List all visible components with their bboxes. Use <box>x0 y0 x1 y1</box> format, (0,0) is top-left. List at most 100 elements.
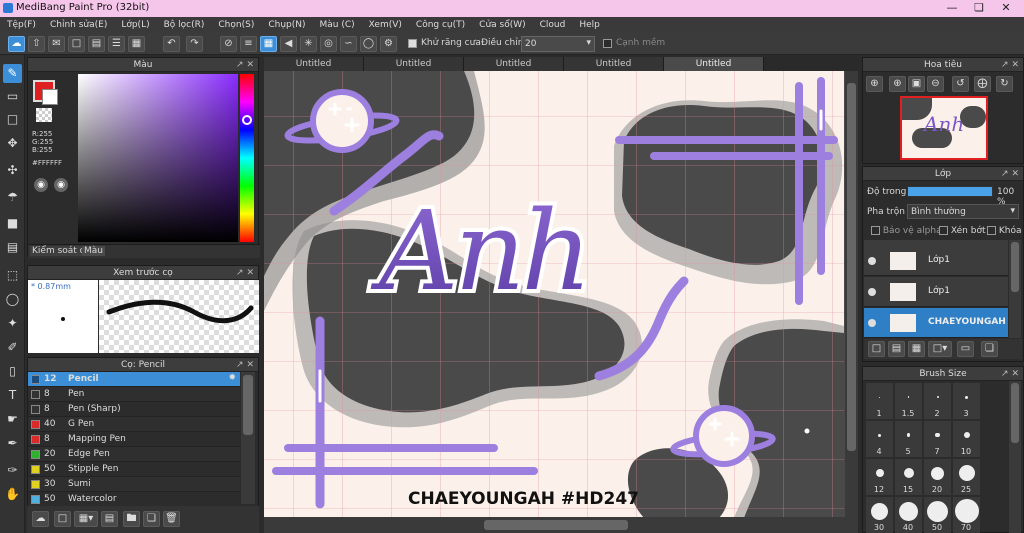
fit-screen-icon[interactable]: ▣ <box>908 76 925 92</box>
brush-list-item[interactable]: 40 G Pen <box>28 417 240 432</box>
menu-filter[interactable]: Bộ lọc(R) <box>157 17 212 33</box>
menu-cloud[interactable]: Cloud <box>533 17 573 33</box>
new-halftone-layer-icon[interactable]: ▤ <box>888 341 905 357</box>
eraser-tool-icon[interactable]: ▭ <box>3 87 22 106</box>
new-8bit-layer-icon[interactable]: ▦ <box>908 341 925 357</box>
folder-icon[interactable]: 🖿 <box>123 511 140 527</box>
adjust-dropdown[interactable]: 20 ▾ <box>521 36 595 52</box>
tab-untitled-4[interactable]: Untitled <box>564 57 664 71</box>
panel-close-icon[interactable]: ↗ ✕ <box>1001 367 1019 381</box>
canvas-vertical-scrollbar[interactable] <box>845 71 858 518</box>
navigator-thumbnail[interactable]: Anh <box>900 96 988 160</box>
brush-size-cell[interactable]: 1 <box>866 383 893 419</box>
blend-mode-dropdown[interactable]: Bình thường ▾ <box>907 204 1019 219</box>
page-icon[interactable]: □ <box>68 36 85 52</box>
rotate-left-icon[interactable]: ↺ <box>952 76 969 92</box>
brush-list-item[interactable]: 8 Pen <box>28 387 240 402</box>
close-button[interactable]: ✕ <box>993 0 1019 16</box>
fill-tool-icon[interactable]: ☂ <box>3 188 22 207</box>
minimize-button[interactable]: — <box>939 0 965 16</box>
reset-view-icon[interactable]: ⨁ <box>974 76 991 92</box>
brush-size-cell[interactable]: 3 <box>953 383 980 419</box>
cloud-icon[interactable]: ☁ <box>8 36 25 52</box>
gear-icon[interactable]: ✹ <box>228 373 236 383</box>
scroll-thumb[interactable] <box>847 83 856 451</box>
hue-slider[interactable] <box>240 74 254 242</box>
eye-icon[interactable] <box>868 257 876 265</box>
hand-tool-icon[interactable]: ✋ <box>3 485 22 504</box>
brush-size-cell[interactable]: 30 <box>866 497 893 533</box>
secondary-color-swatch[interactable] <box>42 89 58 105</box>
brush-size-cell[interactable]: 5 <box>895 421 922 457</box>
curve-snap-icon[interactable]: ∽ <box>340 36 357 52</box>
layer-row[interactable]: Lớp1 <box>864 277 1008 307</box>
zoom-in-icon[interactable]: ⊕ <box>889 76 906 92</box>
magic-wand-icon[interactable]: ✦ <box>3 314 22 333</box>
circle-snap-icon[interactable]: ◯ <box>360 36 377 52</box>
scroll-thumb[interactable] <box>1011 242 1019 292</box>
scroll-thumb[interactable] <box>243 375 253 435</box>
duplicate-icon[interactable]: ❏ <box>143 511 160 527</box>
brush-size-cell[interactable]: 2 <box>924 383 951 419</box>
redo-icon[interactable]: ↷ <box>186 36 203 52</box>
move-tool-icon[interactable]: ✣ <box>3 161 22 180</box>
menu-window[interactable]: Cửa sổ(W) <box>472 17 532 33</box>
panel-close-icon[interactable]: ↗ ✕ <box>236 58 254 72</box>
gradient-tool-icon[interactable]: ▤ <box>3 238 22 257</box>
tab-untitled-2[interactable]: Untitled <box>364 57 464 71</box>
brush-size-cell[interactable]: 15 <box>895 459 922 495</box>
settings-icon[interactable]: ⚙ <box>380 36 397 52</box>
brush-size-cell[interactable]: 25 <box>953 459 980 495</box>
brush-list-scrollbar[interactable] <box>241 372 255 504</box>
folder-icon[interactable]: ▭ <box>957 341 974 357</box>
brush-size-cell[interactable]: 1.5 <box>895 383 922 419</box>
brush-list-item[interactable]: 30 Sumi <box>28 477 240 492</box>
document-icon[interactable]: ▤ <box>88 36 105 52</box>
palette-icon[interactable]: ◉ <box>34 178 48 192</box>
new-brush-icon[interactable]: □ <box>54 511 71 527</box>
menu-layer[interactable]: Lớp(L) <box>114 17 156 33</box>
canvas-horizontal-scrollbar[interactable] <box>264 517 858 533</box>
brush-list-item[interactable]: 8 Mapping Pen <box>28 432 240 447</box>
antialias-checkbox[interactable] <box>408 39 417 49</box>
select-eraser-icon[interactable]: ▯ <box>3 362 22 381</box>
text-tool-icon[interactable]: T <box>3 386 22 405</box>
brush-settings-icon[interactable]: ▤ <box>101 511 118 527</box>
menu-file[interactable]: Tệp(F) <box>0 17 43 33</box>
menu-tools[interactable]: Công cụ(T) <box>409 17 472 33</box>
layer-menu-icon[interactable]: □▾ <box>928 341 952 357</box>
menu-color[interactable]: Màu (C) <box>313 17 362 33</box>
brush-tool-icon[interactable]: ✎ <box>3 64 22 83</box>
scroll-thumb[interactable] <box>1011 383 1019 443</box>
brush-size-cell[interactable]: 50 <box>924 497 951 533</box>
tab-color[interactable]: Màu <box>82 246 105 256</box>
brush-list-item[interactable]: 8 Pen (Sharp) <box>28 402 240 417</box>
brush-size-cell[interactable]: 70 <box>953 497 980 533</box>
menu-view[interactable]: Xem(V) <box>362 17 409 33</box>
shape-tool-icon[interactable]: ■ <box>3 214 22 233</box>
menu-help[interactable]: Help <box>572 17 607 33</box>
comment-icon[interactable]: ✉ <box>48 36 65 52</box>
protect-alpha-option[interactable]: Bảo vệ alpha <box>871 226 942 236</box>
transparent-swatch[interactable] <box>36 108 52 122</box>
lock-option[interactable]: Khóa <box>987 226 1022 236</box>
menu-snap[interactable]: Chụp(N) <box>261 17 312 33</box>
palette-add-icon[interactable]: ◉ <box>54 178 68 192</box>
artwork-canvas[interactable]: Anh CHAEYOUNGAH #HD247 <box>264 71 844 518</box>
grid-icon[interactable]: ▦ <box>128 36 145 52</box>
brush-size-cell[interactable]: 20 <box>924 459 951 495</box>
pen-tool-icon[interactable]: ✑ <box>3 461 22 480</box>
trash-icon[interactable]: 🗑 <box>163 511 180 527</box>
list-icon[interactable]: ☰ <box>108 36 125 52</box>
concentric-snap-icon[interactable]: ◎ <box>320 36 337 52</box>
no-snap-icon[interactable]: ⊘ <box>220 36 237 52</box>
brush-size-cell[interactable]: 10 <box>953 421 980 457</box>
layer-row[interactable]: Lớp1 <box>864 246 1008 276</box>
eye-icon[interactable] <box>868 319 876 327</box>
scroll-thumb[interactable] <box>484 520 628 530</box>
select-tool-icon[interactable]: ⬚ <box>3 266 22 285</box>
layer-list-scrollbar[interactable] <box>1009 240 1021 338</box>
select-pen-icon[interactable]: ✐ <box>3 338 22 357</box>
new-layer-icon[interactable]: □ <box>868 341 885 357</box>
maximize-button[interactable]: ❏ <box>966 0 992 16</box>
